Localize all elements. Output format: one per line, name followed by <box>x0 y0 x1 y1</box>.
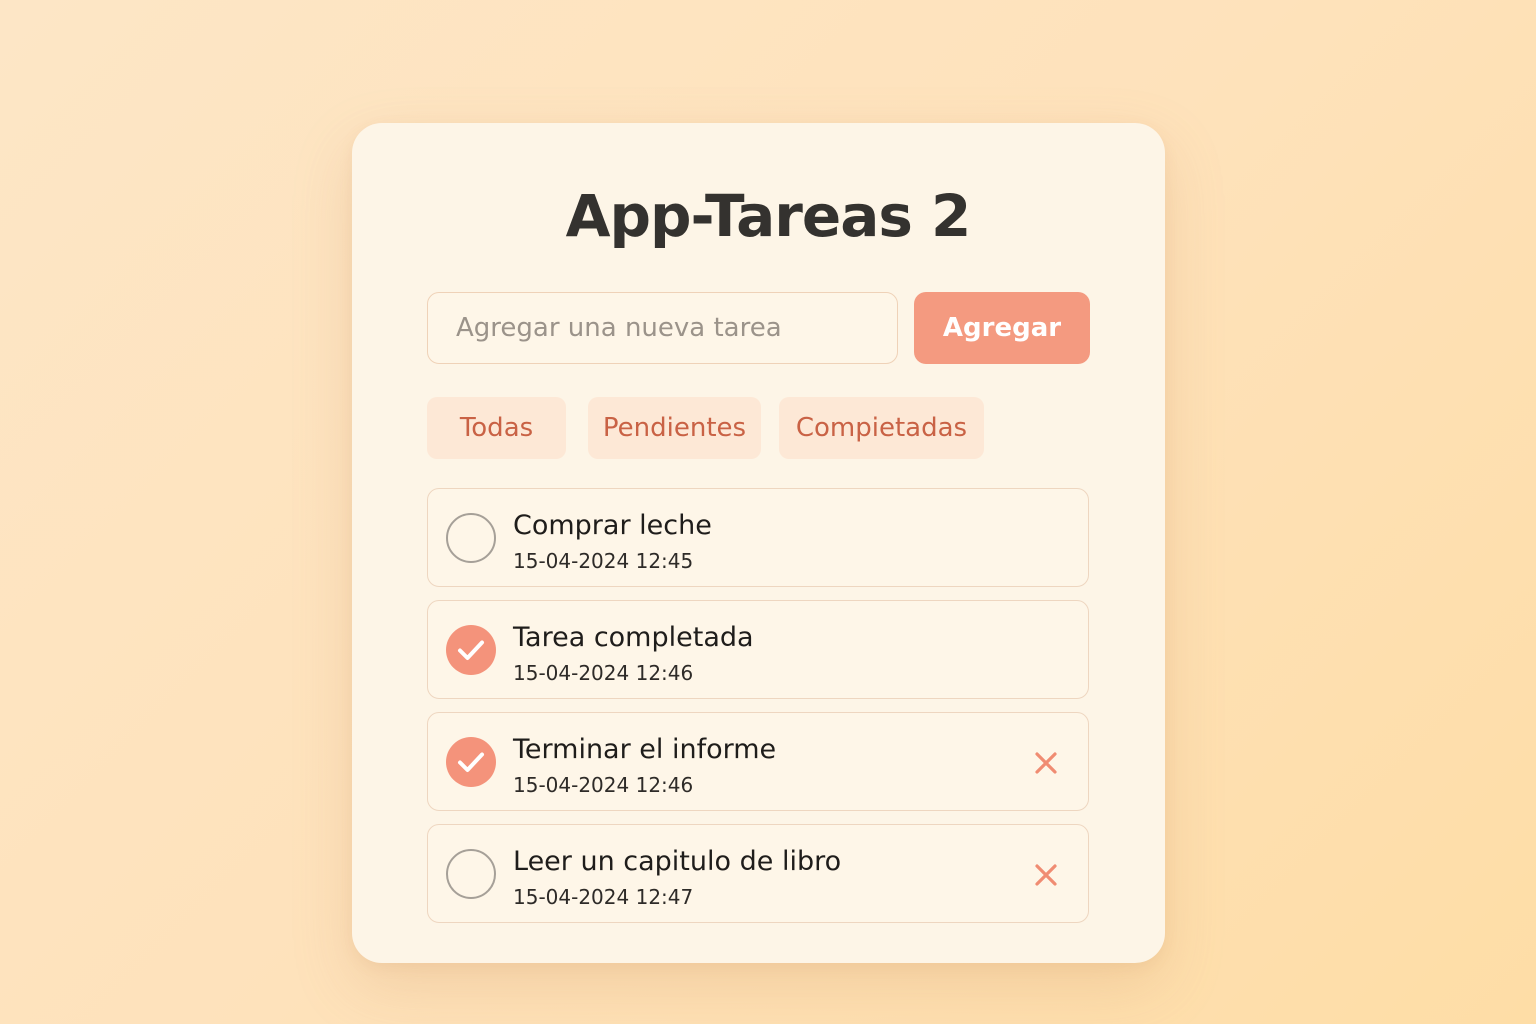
task-checkbox[interactable] <box>446 849 496 899</box>
task-title: Terminar el informe <box>513 734 777 765</box>
close-icon <box>1035 752 1057 774</box>
task-item: Comprar leche 15-04-2024 12:45 <box>427 488 1089 587</box>
add-task-form: Agregar <box>427 292 1090 364</box>
filter-all[interactable]: Todas <box>427 397 566 459</box>
task-checkbox[interactable] <box>446 625 496 675</box>
close-icon <box>1035 864 1057 886</box>
task-date: 15-04-2024 12:47 <box>513 885 694 909</box>
add-task-button[interactable]: Agregar <box>914 292 1090 364</box>
filter-bar: Todas Pendientes Compietadas <box>0 397 1536 459</box>
task-date: 15-04-2024 12:46 <box>513 661 694 685</box>
new-task-input[interactable] <box>427 292 898 364</box>
page-title: App-Tareas 2 <box>565 182 972 250</box>
task-checkbox[interactable] <box>446 513 496 563</box>
task-date: 15-04-2024 12:45 <box>513 549 694 573</box>
check-icon <box>458 752 484 772</box>
task-item: Leer un capitulo de libro 15-04-2024 12:… <box>427 824 1089 923</box>
task-item: Tarea completada 15-04-2024 12:46 <box>427 600 1089 699</box>
task-item: Terminar el informe 15-04-2024 12:46 <box>427 712 1089 811</box>
task-title: Tarea completada <box>513 622 754 653</box>
delete-task-button[interactable] <box>1032 861 1060 889</box>
delete-task-button[interactable] <box>1032 749 1060 777</box>
task-checkbox[interactable] <box>446 737 496 787</box>
filter-pending[interactable]: Pendientes <box>588 397 761 459</box>
filter-completed[interactable]: Compietadas <box>779 397 984 459</box>
task-title: Comprar leche <box>513 510 712 541</box>
check-icon <box>458 640 484 660</box>
task-date: 15-04-2024 12:46 <box>513 773 694 797</box>
task-title: Leer un capitulo de libro <box>513 846 842 877</box>
